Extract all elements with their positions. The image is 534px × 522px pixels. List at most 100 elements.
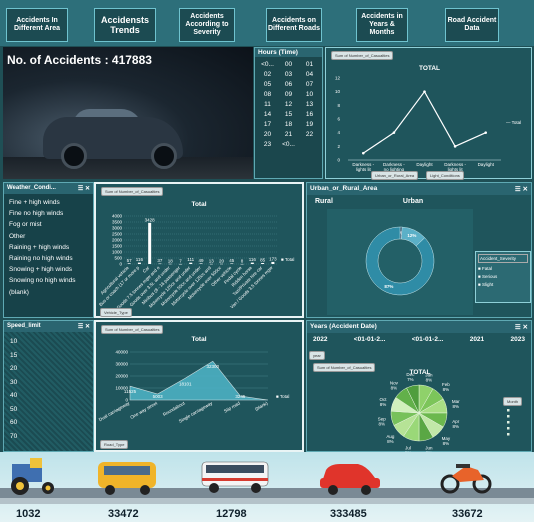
hour-option[interactable]: 07 <box>299 81 320 88</box>
legend-swatch <box>507 421 510 424</box>
hour-option[interactable]: 11 <box>257 101 278 108</box>
hour-option[interactable]: 19 <box>299 121 320 128</box>
hour-option[interactable]: 23 <box>257 141 278 148</box>
hour-option[interactable]: 08 <box>257 91 278 98</box>
hour-option[interactable]: 05 <box>257 81 278 88</box>
y-tick-label: 30000 <box>115 362 128 367</box>
data-label: 57 <box>127 258 133 263</box>
bus-count: 33472 <box>108 508 139 520</box>
nav-road-accident-data[interactable]: Road Accident Data <box>445 8 499 42</box>
hour-option[interactable]: 03 <box>278 71 299 78</box>
month-legend-pill[interactable]: Month <box>503 397 523 406</box>
filter-icon[interactable]: ☰ ✕ <box>78 323 90 330</box>
chart-legend: ■ Total <box>276 394 290 399</box>
hour-option[interactable]: 16 <box>299 111 320 118</box>
x-tick-label: Dual carriageway <box>98 400 131 422</box>
x-tick-label: (blank) <box>254 400 269 411</box>
nav-accidents-trends[interactable]: Accidensts Trends <box>94 8 156 42</box>
weather-option[interactable]: Snowing + high winds <box>9 264 88 275</box>
weather-option[interactable]: Fog or mist <box>9 219 88 230</box>
speed-option[interactable]: 10 <box>10 335 87 349</box>
data-label: 20 <box>219 258 225 263</box>
filter-icon[interactable]: ☰ ✕ <box>515 185 528 193</box>
vehicle-summary-strip: 1032 33472 12798 333485 33672 <box>0 452 534 522</box>
data-label: 8% <box>387 439 394 444</box>
hour-option[interactable]: 04 <box>299 71 320 78</box>
legend-item-slight: ■ Slight <box>478 282 494 287</box>
motorcycle-count: 33672 <box>452 508 483 520</box>
filter-urban-rural[interactable]: Urban_or_Rural_Area <box>371 171 419 180</box>
weather-option[interactable]: Other <box>9 231 88 242</box>
speed-option[interactable]: 40 <box>10 389 87 403</box>
filter-road-type[interactable]: Road_Type <box>100 440 129 449</box>
road-area-chart: 01000020000300004000011525Dual carriagew… <box>98 350 269 424</box>
car-wheel <box>61 143 87 169</box>
y-tick-label: 1500 <box>112 244 123 249</box>
data-label: 111 <box>187 257 194 262</box>
bar <box>230 263 234 264</box>
years-panel: Years (Accident Date) ☰ ✕ 2022 <01-01-2.… <box>306 320 532 453</box>
tractor-icon <box>11 458 54 495</box>
weather-option[interactable]: Raining no high winds <box>9 253 88 264</box>
severity-donut-area: 1% 12% 87% <box>327 209 473 315</box>
y-tick-label: 0 <box>119 262 122 267</box>
hour-option[interactable]: 21 <box>278 131 299 138</box>
filter-light-conditions[interactable]: Light_Conditions <box>426 171 464 180</box>
road-type-chart: Sum of Number_of_Casualties Total 0 10000… <box>94 320 304 452</box>
hour-option[interactable]: 09 <box>278 91 299 98</box>
bar <box>137 262 141 264</box>
hour-option[interactable]: 18 <box>278 121 299 128</box>
data-label: 8% <box>378 421 385 426</box>
legend-label: Total <box>511 120 522 125</box>
speed-option[interactable]: 20 <box>10 362 87 376</box>
y-tick-label: 3500 <box>112 220 123 225</box>
nav-accidents-severity[interactable]: Accidents According to Severity <box>179 8 235 42</box>
weather-slicer-header: Weather_Condi... ☰ ✕ <box>4 183 93 194</box>
weather-option[interactable]: Snowing no high winds <box>9 275 88 286</box>
weather-option[interactable]: Raining + high winds <box>9 242 88 253</box>
bar <box>271 261 275 264</box>
y-tick-label: 1000 <box>112 250 123 255</box>
nav-accidents-years[interactable]: Accidents in Years & Months <box>356 8 408 42</box>
data-label: 3428 <box>145 217 156 222</box>
hour-option[interactable]: 15 <box>278 111 299 118</box>
speed-option[interactable]: 15 <box>10 349 87 363</box>
data-label: 8% <box>380 402 387 407</box>
filter-icon[interactable]: ☰ ✕ <box>78 185 90 192</box>
hour-option[interactable]: 20 <box>257 131 278 138</box>
speed-option[interactable]: 70 <box>10 430 87 444</box>
hour-option[interactable]: 01 <box>299 61 320 68</box>
speed-limit-slicer: Speed_limit ☰ ✕ 10 15 20 30 40 50 60 70 <box>3 320 94 452</box>
legend-title[interactable]: Accident_Severity <box>478 254 528 263</box>
weather-option[interactable]: (blank) <box>9 287 88 298</box>
nav-accidents-in-area[interactable]: Accidents In Different Area <box>6 8 68 42</box>
car-wheel <box>151 143 177 169</box>
tractor-count: 1032 <box>16 508 41 520</box>
filter-vehicle-type[interactable]: Vehicle_Type <box>100 308 132 317</box>
speed-option[interactable]: 60 <box>10 416 87 430</box>
legend-swatch <box>507 415 510 418</box>
weather-option[interactable]: Fine + high winds <box>9 197 88 208</box>
y-tick-label: 20000 <box>115 374 128 379</box>
weather-option[interactable]: Fine no high winds <box>9 208 88 219</box>
hour-option[interactable]: 12 <box>278 101 299 108</box>
hour-option[interactable]: <0... <box>278 141 299 148</box>
speed-option[interactable]: 50 <box>10 403 87 417</box>
hour-option[interactable]: 17 <box>257 121 278 128</box>
hour-option[interactable]: 00 <box>278 61 299 68</box>
hour-option[interactable]: 22 <box>299 131 320 138</box>
light-line-chart: 024681012Darkness -lights litDarkness -n… <box>335 76 501 179</box>
hour-option[interactable]: 14 <box>257 111 278 118</box>
hours-slicer: Hours (Time) <0... 00 01 02 03 04 05 06 07 08 09 10… <box>254 47 323 179</box>
y-tick-label: 500 <box>114 256 122 261</box>
option-urban[interactable]: Urban <box>403 198 423 205</box>
speed-option[interactable]: 30 <box>10 376 87 390</box>
option-rural[interactable]: Rural <box>315 198 333 205</box>
hour-option[interactable]: 02 <box>257 71 278 78</box>
hour-option[interactable]: 10 <box>299 91 320 98</box>
nav-accidents-roads[interactable]: Accidents on Different Roads <box>266 8 322 42</box>
severity-legend: Accident_Severity ■ Fatal ■ Serious ■ Sl… <box>475 251 531 303</box>
hour-option[interactable]: <0... <box>257 61 278 68</box>
hour-option[interactable]: 13 <box>299 101 320 108</box>
hour-option[interactable]: 06 <box>278 81 299 88</box>
